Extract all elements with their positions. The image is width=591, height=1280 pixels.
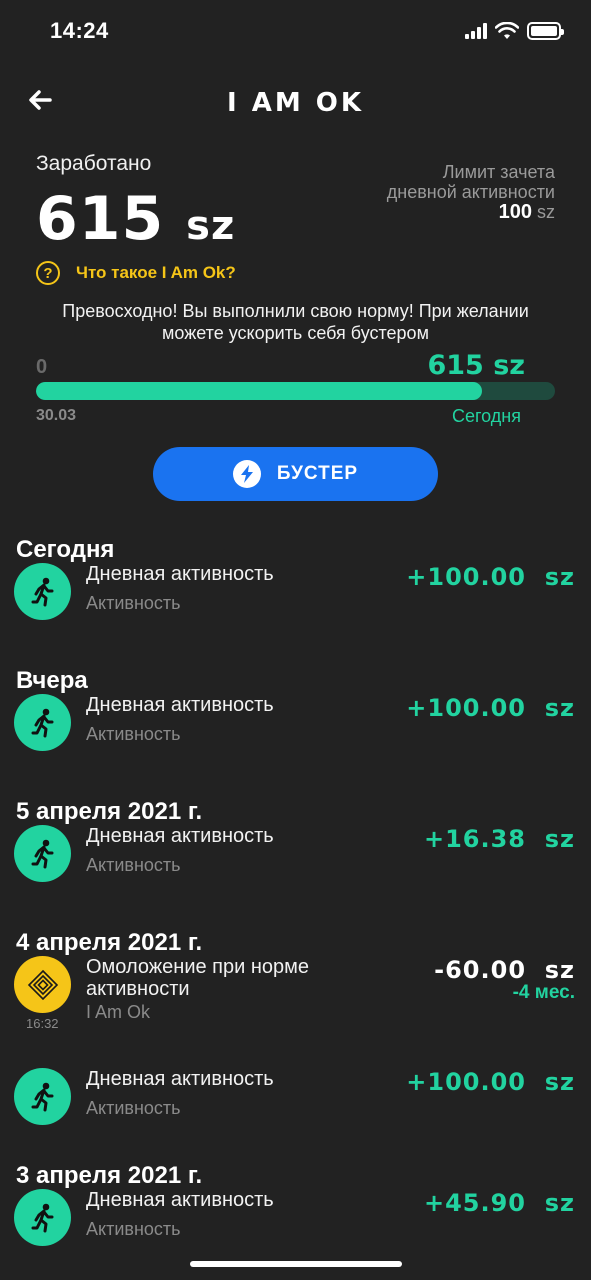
status-icons [465,22,564,40]
transaction-row[interactable]: Дневная активность Активность +100.00 sz [0,1068,591,1138]
cellular-signal-icon [465,23,487,39]
running-person-icon [14,825,71,882]
transaction-amount: +45.90 sz [424,1189,575,1217]
transaction-amount: +100.00 sz [406,1068,575,1096]
transaction-subtitle: Активность [86,1098,181,1118]
limit-label-line2: дневной активности [386,182,555,202]
booster-button[interactable]: БУСТЕР [153,447,438,501]
transaction-subtitle: Активность [86,1219,181,1239]
transaction-row[interactable]: Дневная активность Активность +16.38 sz [0,825,591,895]
running-person-icon [14,1189,71,1246]
transaction-title: Омоложение при норме активности [86,956,310,1000]
limit-value: 100 [498,201,532,223]
amount-value: +100.00 [406,694,527,722]
transaction-title: Дневная активность [86,563,274,585]
progress-fill [36,382,483,400]
amount-unit: sz [544,563,575,591]
transaction-subtitle: Активность [86,593,181,613]
amount-value: -60.00 [434,956,527,984]
amount-value: +100.00 [406,1068,527,1096]
i-am-ok-logo-icon [14,956,71,1013]
amount-unit: sz [544,1068,575,1096]
page-title: I AM OK [226,88,365,118]
booster-label: БУСТЕР [276,463,359,484]
transaction-amount: +100.00 sz [406,563,575,591]
transaction-amount: +16.38 sz [424,825,575,853]
status-time: 14:24 [50,18,109,43]
section-date-title: 3 апреля 2021 г. [16,1162,203,1189]
transaction-title: Дневная активность [86,694,274,716]
section-date-title: Сегодня [16,536,115,563]
question-circle-icon: ? [36,261,60,285]
progress-end-label: Сегодня [452,406,521,426]
limit-unit: sz [537,202,555,222]
what-is-link[interactable]: ? Что такое I Am Ok? [36,261,236,285]
amount-unit: sz [544,694,575,722]
earned-unit: sz [186,203,236,249]
lightning-icon [232,460,261,488]
transaction-row[interactable]: Дневная активность Активность +45.90 sz [0,1189,591,1259]
progress-start-date: 30.03 [36,407,77,424]
progress-amount: 615 sz [427,350,525,381]
limit-label-line1: Лимит зачета [442,162,555,182]
transaction-time: 16:32 [26,1016,59,1031]
transaction-subtitle: I Am Ok [86,1002,151,1022]
amount-value: +16.38 [423,825,527,853]
transaction-title: Дневная активность [86,1189,274,1211]
section-date-title: 5 апреля 2021 г. [16,798,203,825]
transaction-row[interactable]: Омоложение при норме активности I Am Ok -6… [0,956,591,1031]
running-person-icon [14,694,71,751]
earned-amount: 615 [36,184,165,254]
amount-unit: sz [544,1189,575,1217]
transaction-subtitle: Активность [86,855,181,875]
progress-bar [36,382,555,400]
section-date-title: 4 апреля 2021 г. [16,929,203,956]
transaction-subtitle: Активность [86,724,181,744]
home-indicator[interactable] [190,1261,402,1267]
amount-unit: sz [544,956,575,984]
transaction-title: Дневная активность [86,825,274,847]
amount-unit: sz [544,825,575,853]
daily-limit: Лимит зачета дневной активности 100 sz [387,162,555,222]
earned-value: 615 sz [36,184,235,254]
running-person-icon [14,1068,71,1125]
earned-label: Заработано [36,152,152,175]
transaction-row[interactable]: Дневная активность Активность +100.00 sz [0,563,591,633]
transaction-title: Дневная активность [86,1068,274,1090]
transaction-amount: -60.00 sz [434,956,575,984]
transaction-amount: +100.00 sz [406,694,575,722]
amount-value: +100.00 [406,563,527,591]
what-is-label: Что такое I Am Ok? [76,263,236,282]
transaction-row[interactable]: Дневная активность Активность +100.00 sz [0,694,591,764]
battery-icon [527,22,564,40]
progress-start-value: 0 [36,356,48,378]
section-date-title: Вчера [16,667,88,694]
status-message: Превосходно! Вы выполнили свою норму! Пр… [62,301,529,343]
transaction-extra: -4 мес. [512,982,575,1003]
amount-value: +45.90 [423,1189,527,1217]
wifi-icon [495,22,519,39]
running-person-icon [14,563,71,620]
